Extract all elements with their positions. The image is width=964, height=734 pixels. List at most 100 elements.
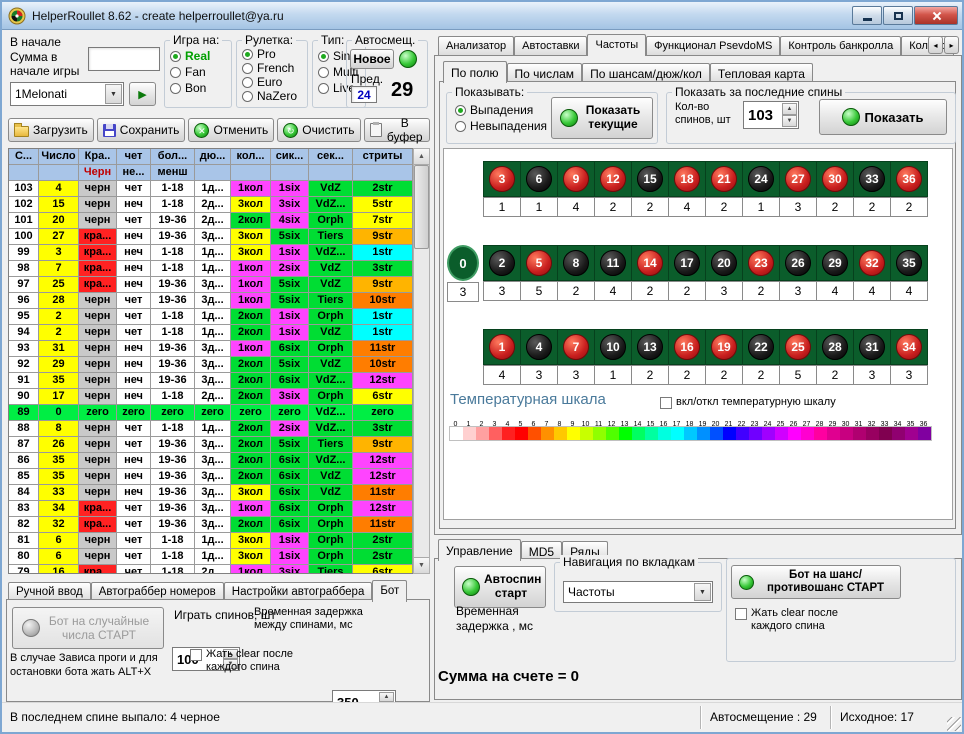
tab-freq-1[interactable]: По полю bbox=[443, 61, 507, 83]
clear-after-spin-checkbox-row[interactable]: Жать clear после каждого спина bbox=[735, 607, 845, 633]
checkbox-icon[interactable] bbox=[660, 397, 672, 409]
roulette-app-icon bbox=[8, 7, 26, 25]
radio-Euro[interactable]: Euro bbox=[242, 75, 307, 89]
table-row[interactable]: 993кра...неч1-181д...3кол1sixVdZ...1str bbox=[9, 245, 413, 261]
table-cell: 6 bbox=[39, 533, 79, 549]
maximize-button[interactable] bbox=[883, 6, 913, 25]
scale-segment bbox=[814, 427, 827, 440]
table-cell: 1д... bbox=[195, 421, 231, 437]
table-row[interactable]: 8535черннеч19-363д...2кол6sixVdZ12str bbox=[9, 469, 413, 485]
tab-freq-4[interactable]: Тепловая карта bbox=[710, 63, 813, 82]
table-row[interactable]: 10027кра...неч19-363д...3кол5sixTiers9st… bbox=[9, 229, 413, 245]
chevron-down-icon[interactable]: ▼ bbox=[694, 583, 711, 601]
table-cell: 35 bbox=[39, 469, 79, 485]
tab-main-2[interactable]: Автоставки bbox=[514, 36, 587, 55]
tab-freq-2[interactable]: По числам bbox=[507, 63, 583, 82]
new-shift-button[interactable]: Новое bbox=[350, 49, 394, 69]
radio-Невыпадения[interactable]: Невыпадения bbox=[455, 119, 547, 133]
scroll-down-icon[interactable]: ▼ bbox=[414, 557, 429, 573]
table-cell: 19-36 bbox=[151, 469, 195, 485]
toolbar-clear-button[interactable]: Очистить bbox=[277, 118, 360, 142]
radio-Pro[interactable]: Pro bbox=[242, 47, 307, 61]
table-row[interactable]: 1034чернчет1-181д...1кол1sixVdZ2str bbox=[9, 181, 413, 197]
table-row[interactable]: 9229черннеч19-363д...2кол5sixVdZ10str bbox=[9, 357, 413, 373]
table-cell: 1кол bbox=[231, 565, 271, 574]
scroll-up-icon[interactable]: ▲ bbox=[414, 149, 429, 165]
radio-Real[interactable]: Real bbox=[170, 49, 231, 63]
tab-scroll-left-icon[interactable]: ◂ bbox=[928, 36, 943, 54]
spin-history-table[interactable]: С...ЧислоКра..четбол...дю...кол...сик...… bbox=[8, 148, 414, 574]
table-row[interactable]: 9017черннеч1-182д...2кол3sixOrph6str bbox=[9, 389, 413, 405]
folder-icon bbox=[14, 126, 29, 137]
main-tabs: АнализаторАвтоставкиЧастотыФункционал Ps… bbox=[438, 34, 954, 55]
start-sum-input[interactable] bbox=[88, 47, 160, 71]
table-row[interactable]: 890zerozerozerozerozerozeroVdZ...zero bbox=[9, 405, 413, 421]
radio-Выпадения[interactable]: Выпадения bbox=[455, 103, 547, 117]
checkbox-icon[interactable] bbox=[735, 608, 747, 620]
table-row[interactable]: 8635черннеч19-363д...2кол6sixVdZ...12str bbox=[9, 453, 413, 469]
table-row[interactable]: 8232кра...чет19-363д...2кол6sixOrph11str bbox=[9, 517, 413, 533]
spin-up-icon[interactable]: ▲ bbox=[379, 692, 394, 702]
radio-French[interactable]: French bbox=[242, 61, 307, 75]
chevron-down-icon[interactable]: ▼ bbox=[105, 84, 122, 104]
table-row[interactable]: 987кра...неч1-181д...1кол2sixVdZ3str bbox=[9, 261, 413, 277]
checkbox-icon[interactable] bbox=[190, 649, 202, 661]
spin-down-icon[interactable]: ▼ bbox=[782, 115, 797, 127]
radio-Bon[interactable]: Bon bbox=[170, 81, 231, 95]
tab-scroll-right-icon[interactable]: ▸ bbox=[944, 36, 959, 54]
close-button[interactable] bbox=[914, 6, 958, 25]
resize-grip-icon[interactable] bbox=[947, 717, 961, 731]
table-cell: неч bbox=[117, 373, 151, 389]
tab-main-4[interactable]: Функционал PsevdoMS bbox=[646, 36, 780, 55]
tab-control-1[interactable]: Управление bbox=[438, 539, 521, 561]
table-row[interactable]: 9725кра...неч19-363д...1кол5sixVdZ9str bbox=[9, 277, 413, 293]
table-row[interactable]: 10215черннеч1-182д...3кол3sixVdZ...5str bbox=[9, 197, 413, 213]
table-cell: zero bbox=[195, 405, 231, 421]
toolbar-clipboard-button[interactable]: В буфер bbox=[364, 118, 430, 142]
table-scrollbar[interactable]: ▲ ▼ bbox=[413, 148, 430, 574]
radio-NaZero[interactable]: NaZero bbox=[242, 89, 307, 103]
table-row[interactable]: 7916кра...чет1-182д...1кол3sixTiers6str bbox=[9, 565, 413, 574]
temperature-toggle-row[interactable]: вкл/откл температурную шкалу bbox=[660, 396, 836, 409]
tab-main-3[interactable]: Частоты bbox=[587, 34, 646, 56]
table-row[interactable]: 888чернчет1-181д...2кол2sixVdZ...3str bbox=[9, 421, 413, 437]
preset-combobox[interactable]: 1Melonati ▼ bbox=[10, 82, 124, 106]
random-bot-start-button[interactable]: Бот на случайные числа СТАРТ bbox=[12, 607, 164, 649]
tab-main-1[interactable]: Анализатор bbox=[438, 36, 514, 55]
show-current-button[interactable]: Показать текущие bbox=[551, 97, 653, 139]
title-bar[interactable]: HelperRoullet 8.62 - create helperroulle… bbox=[2, 2, 962, 30]
toolbar-folder-button[interactable]: Загрузить bbox=[8, 118, 94, 142]
scale-segment bbox=[723, 427, 736, 440]
spin-count-stepper[interactable]: 103 ▲▼ bbox=[743, 101, 799, 129]
table-row[interactable]: 9628чернчет19-363д...1кол5sixTiers10str bbox=[9, 293, 413, 309]
table-cell: 5str bbox=[353, 197, 413, 213]
minimize-button[interactable] bbox=[852, 6, 882, 25]
radio-Fan[interactable]: Fan bbox=[170, 65, 231, 79]
table-cell: 91 bbox=[9, 373, 39, 389]
tab-navigation-combobox[interactable]: Частоты ▼ bbox=[563, 581, 713, 603]
autospin-start-button[interactable]: Автоспин старт bbox=[454, 566, 546, 608]
tab-freq-3[interactable]: По шансам/дюж/кол bbox=[582, 63, 710, 82]
number-chip: 20 bbox=[711, 250, 737, 276]
table-row[interactable]: 816чернчет1-181д...3кол1sixOrph2str bbox=[9, 533, 413, 549]
tab-input-4[interactable]: Бот bbox=[372, 580, 407, 602]
table-row[interactable]: 9135черннеч19-363д...2кол6sixVdZ...12str bbox=[9, 373, 413, 389]
toolbar-undo-button[interactable]: Отменить bbox=[188, 118, 274, 142]
table-row[interactable]: 10120чернчет19-362д...2кол4sixOrph7str bbox=[9, 213, 413, 229]
table-row[interactable]: 8433черннеч19-363д...3кол6sixVdZ11str bbox=[9, 485, 413, 501]
play-button[interactable]: ▶ bbox=[129, 82, 156, 106]
table-row[interactable]: 806чернчет1-181д...3кол1sixOrph2str bbox=[9, 549, 413, 565]
table-row[interactable]: 9331черннеч19-363д...1кол6sixOrph11str bbox=[9, 341, 413, 357]
table-row[interactable]: 952чернчет1-181д...2кол1sixOrph1str bbox=[9, 309, 413, 325]
clear-after-spin-checkbox-row[interactable]: Жать clear после каждого спина bbox=[190, 648, 294, 674]
table-row[interactable]: 8726чернчет19-363д...2кол5sixTiers9str bbox=[9, 437, 413, 453]
show-button[interactable]: Показать bbox=[819, 99, 947, 135]
chance-bot-start-button[interactable]: Бот на шанс/противошанс СТАРТ bbox=[731, 565, 901, 599]
table-row[interactable]: 942чернчет1-181д...2кол1sixVdZ1str bbox=[9, 325, 413, 341]
tab-main-5[interactable]: Контроль банкролла bbox=[780, 36, 901, 55]
toolbar-floppy-button[interactable]: Сохранить bbox=[97, 118, 186, 142]
table-row[interactable]: 8334кра...чет19-363д...1кол6sixOrph12str bbox=[9, 501, 413, 517]
scrollbar-thumb[interactable] bbox=[414, 165, 429, 249]
spin-up-icon[interactable]: ▲ bbox=[782, 103, 797, 115]
status-autoshift: Автосмещение : 29 bbox=[710, 710, 817, 724]
